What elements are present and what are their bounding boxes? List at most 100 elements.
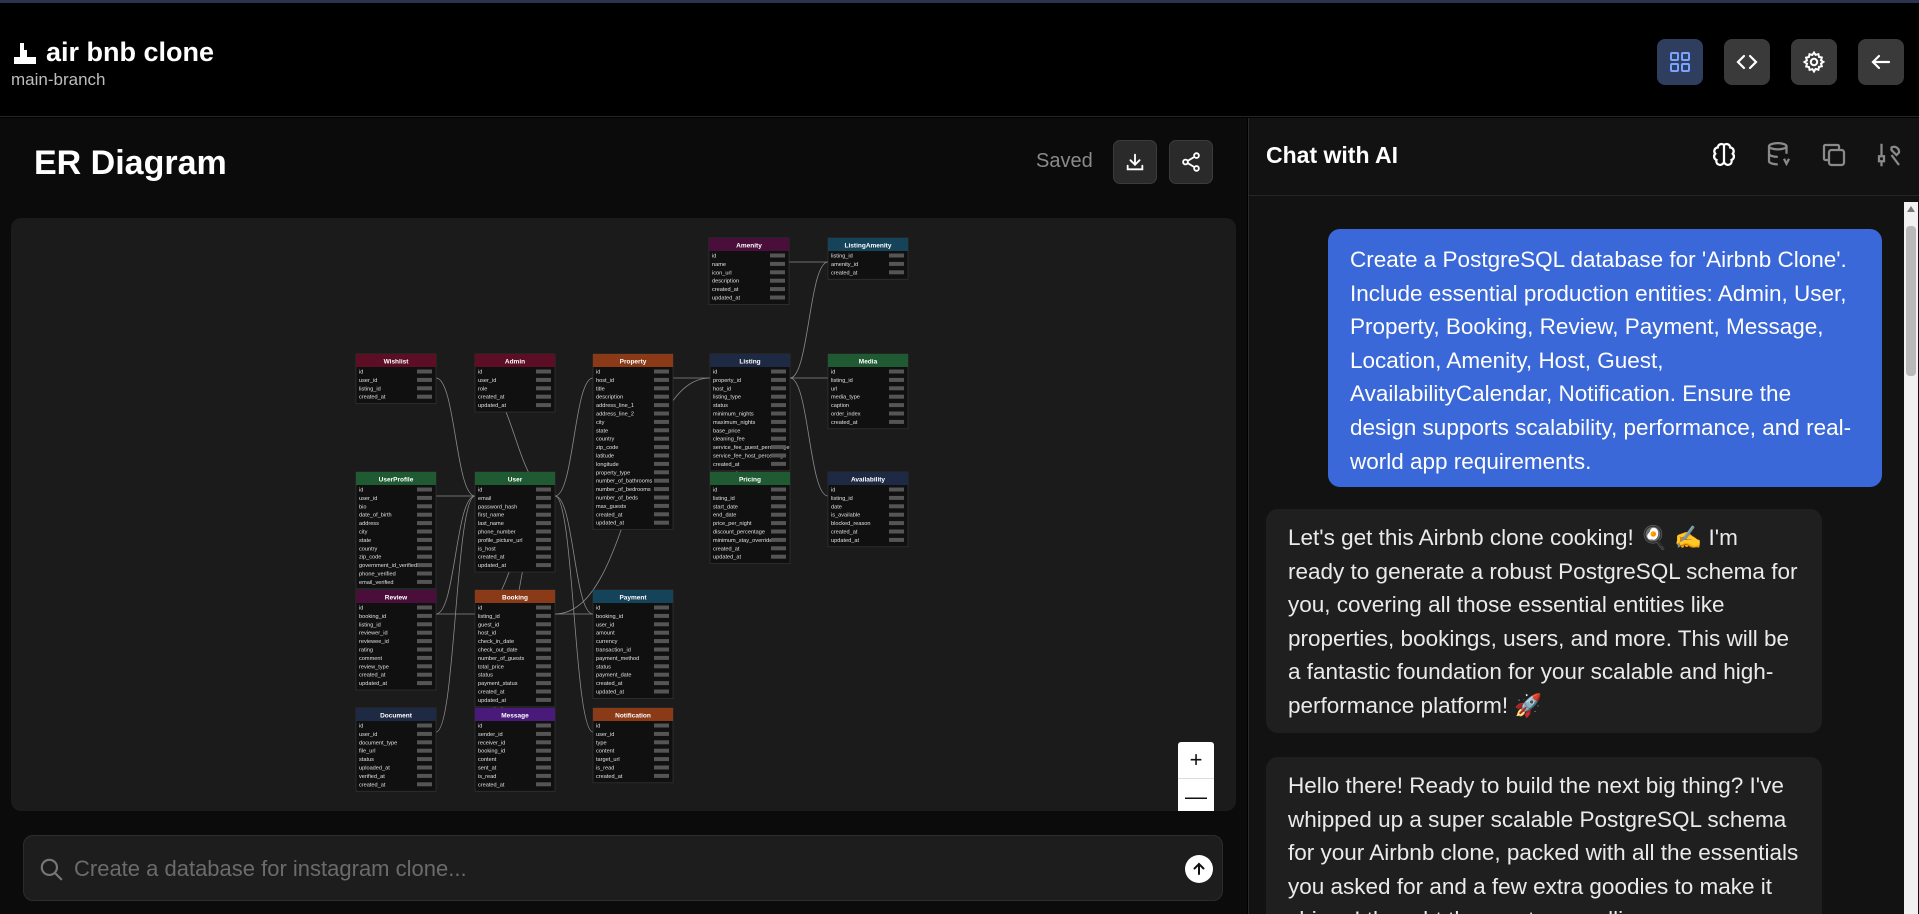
- column-type-badge: [536, 748, 551, 753]
- grid-view-button[interactable]: [1657, 39, 1703, 85]
- column-type-badge: [536, 504, 551, 509]
- column-type-badge: [654, 672, 669, 677]
- download-button[interactable]: [1113, 140, 1157, 184]
- er-table[interactable]: Document id user_id document_type file_urlst…: [355, 707, 437, 792]
- send-button[interactable]: [1185, 855, 1213, 883]
- table-column: user_id: [596, 732, 614, 738]
- settings-button[interactable]: [1791, 39, 1837, 85]
- er-table[interactable]: Payment id booking_id user_idamount currency…: [592, 589, 674, 699]
- chat-panel: Chat with AI Create a PostgreSQL databas…: [1248, 118, 1919, 914]
- er-table[interactable]: Availability id listing_iddate is_available…: [827, 471, 909, 548]
- column-type-badge: [417, 537, 432, 542]
- er-table[interactable]: Listing id property_id host_id listing_types…: [709, 353, 791, 472]
- table-column: content: [478, 757, 497, 763]
- er-table[interactable]: Property id host_idtitle description address…: [592, 353, 674, 530]
- er-table[interactable]: User id email password_hash first_name last_n…: [474, 471, 556, 573]
- table-column: file_url: [359, 749, 375, 755]
- column-type-badge: [536, 613, 551, 618]
- prompt-input[interactable]: [74, 848, 1154, 890]
- er-diagram-canvas[interactable]: Amenity id name icon_url description created_…: [11, 218, 1236, 811]
- scroll-up-arrow[interactable]: [1907, 206, 1915, 212]
- column-type-badge: [417, 681, 432, 686]
- table-column: latitude: [596, 454, 614, 460]
- er-table[interactable]: Message id sender_id receiver_id booking_idc…: [474, 707, 556, 792]
- er-table[interactable]: UserProfile id user_idbio date_of_birthaddr…: [355, 471, 437, 590]
- column-type-badge: [771, 504, 786, 509]
- share-button[interactable]: [1169, 140, 1213, 184]
- back-button[interactable]: [1858, 39, 1904, 85]
- table-column: id: [478, 606, 482, 612]
- table-column: bio: [359, 504, 366, 510]
- column-type-badge: [771, 377, 786, 382]
- column-type-badge: [654, 622, 669, 627]
- column-type-badge: [889, 521, 904, 526]
- table-column: type: [596, 740, 607, 746]
- table-column: target_url: [596, 757, 620, 763]
- er-table[interactable]: Admin id user_idrole created_at updated_at: [474, 353, 556, 413]
- table-column: user_id: [359, 496, 377, 502]
- er-table[interactable]: Wishlist id user_id listing_id created_at: [355, 353, 437, 404]
- column-type-badge: [417, 622, 432, 627]
- column-type-badge: [536, 731, 551, 736]
- code-view-button[interactable]: [1724, 39, 1770, 85]
- scroll-thumb[interactable]: [1906, 226, 1916, 376]
- column-type-badge: [536, 537, 551, 542]
- table-column: created_at: [831, 530, 858, 536]
- table-column: id: [712, 254, 716, 260]
- table-column: cleaning_fee: [713, 437, 745, 443]
- column-type-badge: [771, 445, 786, 450]
- column-type-badge: [889, 537, 904, 542]
- column-type-badge: [417, 647, 432, 652]
- er-table[interactable]: Notification id user_idtype content target_u…: [592, 707, 674, 784]
- table-column: review_type: [359, 664, 389, 670]
- brain-icon[interactable]: [1709, 140, 1739, 170]
- column-type-badge: [654, 723, 669, 728]
- table-column: end_date: [713, 513, 736, 519]
- table-column: receiver_id: [478, 740, 505, 746]
- tools-icon[interactable]: [1874, 140, 1904, 170]
- table-column: reviewee_id: [359, 639, 389, 645]
- table-column: listing_id: [831, 254, 853, 260]
- column-type-badge: [654, 613, 669, 618]
- er-table[interactable]: ListingAmenity listing_id amenity_idcreate…: [827, 237, 909, 280]
- table-column: user_id: [359, 378, 377, 384]
- table-column: check_out_date: [478, 648, 518, 654]
- column-type-badge: [771, 403, 786, 408]
- table-column: discount_percentage: [713, 530, 765, 536]
- table-column: booking_id: [359, 614, 386, 620]
- table-column: country: [359, 546, 378, 552]
- table-column: created_at: [478, 690, 505, 696]
- er-table[interactable]: Booking id listing_id guest_id host_id check_…: [474, 589, 556, 708]
- er-table[interactable]: Media id listing_idurl media_typecaption ord…: [827, 353, 909, 430]
- er-table[interactable]: Amenity id name icon_url description created_…: [708, 237, 790, 305]
- er-table[interactable]: Pricing id listing_id start_date end_datepri…: [709, 471, 791, 564]
- zoom-in-button[interactable]: +: [1178, 742, 1214, 779]
- table-column: document_type: [359, 740, 397, 746]
- table-column: last_name: [478, 521, 504, 527]
- column-type-badge: [771, 487, 786, 492]
- column-type-badge: [771, 453, 786, 458]
- table-column: zip_code: [596, 445, 618, 451]
- column-type-badge: [417, 740, 432, 745]
- table-column: created_at: [831, 420, 858, 426]
- table-column: government_id_verified: [359, 563, 417, 569]
- table-name: User: [508, 477, 523, 484]
- column-type-badge: [771, 521, 786, 526]
- table-name: Amenity: [736, 243, 762, 250]
- er-table[interactable]: Review id booking_id listing_id reviewer_idr…: [355, 589, 437, 691]
- table-column: updated_at: [831, 538, 859, 544]
- copy-icon[interactable]: [1819, 140, 1849, 170]
- zoom-out-button[interactable]: —: [1178, 779, 1214, 811]
- table-column: state: [359, 538, 371, 544]
- column-type-badge: [771, 394, 786, 399]
- column-type-badge: [536, 605, 551, 610]
- database-icon[interactable]: [1764, 140, 1794, 170]
- column-type-badge: [417, 369, 432, 374]
- relationship-line: [789, 261, 829, 379]
- column-type-badge: [536, 723, 551, 728]
- app-logo[interactable]: air bnb clone: [12, 37, 214, 68]
- column-type-badge: [417, 613, 432, 618]
- column-type-badge: [771, 411, 786, 416]
- chat-scrollbar[interactable]: [1904, 202, 1918, 914]
- column-type-badge: [536, 740, 551, 745]
